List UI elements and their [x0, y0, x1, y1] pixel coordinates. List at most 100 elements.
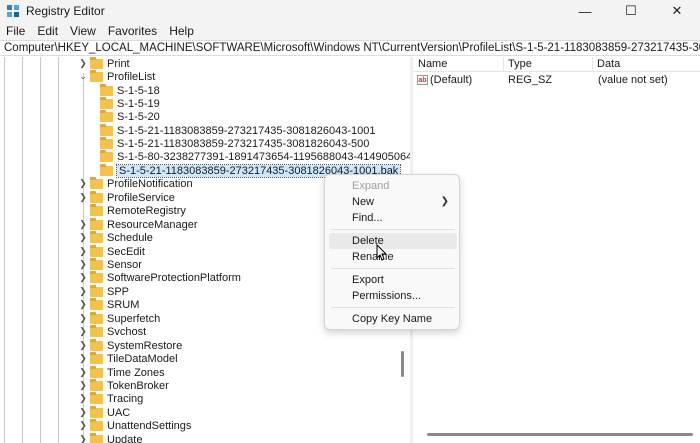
tree-item[interactable]: ❯ Svchost [78, 324, 146, 338]
menu-item-export[interactable]: Export [329, 272, 457, 288]
tree-item[interactable]: ❯ ResourceManager [78, 217, 198, 231]
folder-icon [90, 418, 103, 431]
chevron-right-icon[interactable]: ❯ [78, 367, 88, 378]
tree-item-sid[interactable]: S-1-5-18 [100, 83, 160, 97]
chevron-right-icon[interactable]: ❯ [78, 246, 88, 257]
tree-item[interactable]: ❯ TileDataModel [78, 351, 178, 365]
tree-item[interactable]: ❯ UAC [78, 405, 130, 419]
tree-guide-line [22, 57, 23, 443]
tree-item[interactable]: ❯ UnattendSettings [78, 418, 191, 432]
tree-item-label: Time Zones [107, 366, 165, 379]
chevron-right-icon[interactable]: ❯ [78, 326, 88, 337]
tree-item-label: Sensor [107, 258, 142, 271]
address-bar[interactable]: Computer\HKEY_LOCAL_MACHINE\SOFTWARE\Mic… [0, 40, 700, 56]
value-name: (Default) [430, 74, 473, 86]
tree-item[interactable]: ❯ Time Zones [78, 365, 165, 379]
folder-icon [90, 297, 103, 310]
menu-item-permissions[interactable]: Permissions... [329, 288, 457, 304]
chevron-right-icon[interactable]: ❯ [78, 286, 88, 297]
tree-item-print[interactable]: ❯ Print [78, 57, 130, 70]
menu-item-delete[interactable]: Delete [329, 233, 457, 249]
tree-item[interactable]: ❯ ProfileNotification [78, 176, 193, 190]
tree-item[interactable]: ❯ Tracing [78, 391, 143, 405]
tree-item[interactable]: ❯ SPP [78, 284, 130, 298]
tree-item[interactable]: ❯ SRUM [78, 297, 140, 311]
tree-item[interactable]: ❯ ProfileService [78, 190, 175, 204]
tree-item[interactable]: ❯ SecEdit [78, 244, 145, 258]
tree-item-sid[interactable]: S-1-5-21-1183083859-273217435-3081826043… [100, 136, 370, 150]
tree-item-profilelist[interactable]: ⌄ ProfileList [78, 69, 155, 83]
context-menu: Expand New ❯ Find... Delete Rename Expor… [324, 174, 460, 330]
chevron-right-icon[interactable]: ❯ [78, 393, 88, 404]
tree-item[interactable]: ❯ SoftwareProtectionPlatform [78, 270, 241, 284]
folder-icon [90, 230, 103, 243]
folder-icon [90, 190, 103, 203]
column-header-name[interactable]: Name [413, 58, 447, 71]
chevron-right-icon[interactable]: ❯ [78, 407, 88, 418]
chevron-right-icon[interactable]: ❯ [78, 380, 88, 391]
menu-view[interactable]: View [70, 24, 96, 38]
chevron-right-icon[interactable]: ❯ [78, 434, 88, 443]
folder-icon [90, 324, 103, 337]
tree-item-label: S-1-5-21-1183083859-273217435-3081826043… [117, 137, 370, 150]
menu-help[interactable]: Help [169, 24, 194, 38]
chevron-right-icon[interactable]: ❯ [78, 272, 88, 283]
tree-item-label: SRUM [107, 298, 140, 311]
tree-guide-line [4, 57, 5, 443]
chevron-right-icon[interactable]: ❯ [78, 340, 88, 351]
tree-item-sid[interactable]: S-1-5-80-3238277391-1891473654-119568804… [100, 149, 410, 163]
menu-favorites[interactable]: Favorites [108, 24, 157, 38]
chevron-right-icon[interactable]: ❯ [78, 259, 88, 270]
menu-edit[interactable]: Edit [37, 24, 58, 38]
minimize-button[interactable]: — [562, 0, 608, 22]
folder-icon [90, 270, 103, 283]
menu-item-find[interactable]: Find... [329, 210, 457, 226]
tree-item-label: ProfileNotification [107, 177, 193, 190]
tree-item[interactable]: ❯ TokenBroker [78, 378, 169, 392]
menu-bar: File Edit View Favorites Help [0, 22, 700, 40]
column-header-data[interactable]: Data [592, 58, 620, 71]
tree-item-sid[interactable]: S-1-5-21-1183083859-273217435-3081826043… [100, 123, 376, 137]
tree-item-sid[interactable]: S-1-5-20 [100, 109, 160, 123]
chevron-right-icon[interactable]: ❯ [78, 232, 88, 243]
folder-icon [100, 123, 113, 136]
menu-item-copy-key-name[interactable]: Copy Key Name [329, 311, 457, 327]
tree-item[interactable]: ❯ Sensor [78, 257, 142, 271]
chevron-right-icon[interactable]: ❯ [78, 420, 88, 431]
chevron-right-icon[interactable]: ❯ [78, 58, 88, 69]
chevron-right-icon[interactable]: ❯ [78, 192, 88, 203]
chevron-right-icon[interactable]: ❯ [78, 299, 88, 310]
menu-separator [331, 268, 455, 269]
list-row[interactable]: ab (Default) REG_SZ (value not set) [413, 73, 700, 87]
close-button[interactable]: ✕ [654, 0, 700, 22]
folder-icon [90, 69, 103, 82]
chevron-right-icon[interactable]: ❯ [78, 178, 88, 189]
tree-item-sid[interactable]: S-1-5-19 [100, 96, 160, 110]
folder-icon [90, 244, 103, 257]
mouse-pointer-icon [376, 244, 388, 261]
maximize-button[interactable]: ☐ [608, 0, 654, 22]
scrollbar-thumb[interactable] [401, 351, 404, 377]
chevron-right-icon[interactable]: ❯ [78, 219, 88, 230]
tree-item-label: Print [107, 57, 130, 70]
folder-icon [90, 284, 103, 297]
menu-item-new[interactable]: New ❯ [329, 194, 457, 210]
column-header-type[interactable]: Type [503, 58, 532, 71]
tree-item[interactable]: ❯ Update [78, 432, 142, 443]
tree-item[interactable]: RemoteRegistry [78, 203, 186, 217]
chevron-right-icon[interactable]: ❯ [78, 353, 88, 364]
menu-item-expand[interactable]: Expand [329, 178, 457, 194]
tree-item[interactable]: ❯ SystemRestore [78, 338, 182, 352]
chevron-down-icon[interactable]: ⌄ [78, 71, 88, 82]
tree-item[interactable]: ❯ Schedule [78, 230, 153, 244]
chevron-right-icon[interactable]: ❯ [78, 313, 88, 324]
folder-icon [100, 83, 113, 96]
tree-item-label: S-1-5-18 [117, 84, 160, 97]
menu-file[interactable]: File [6, 24, 25, 38]
tree-item-label: S-1-5-80-3238277391-1891473654-119568804… [117, 150, 410, 163]
tree-item[interactable]: ❯ Superfetch [78, 311, 160, 325]
tree-item-label: SecEdit [107, 245, 145, 258]
list-horizontal-scrollbar[interactable] [427, 433, 693, 436]
menu-item-rename[interactable]: Rename [329, 249, 457, 265]
tree-item-label: SPP [107, 285, 130, 298]
